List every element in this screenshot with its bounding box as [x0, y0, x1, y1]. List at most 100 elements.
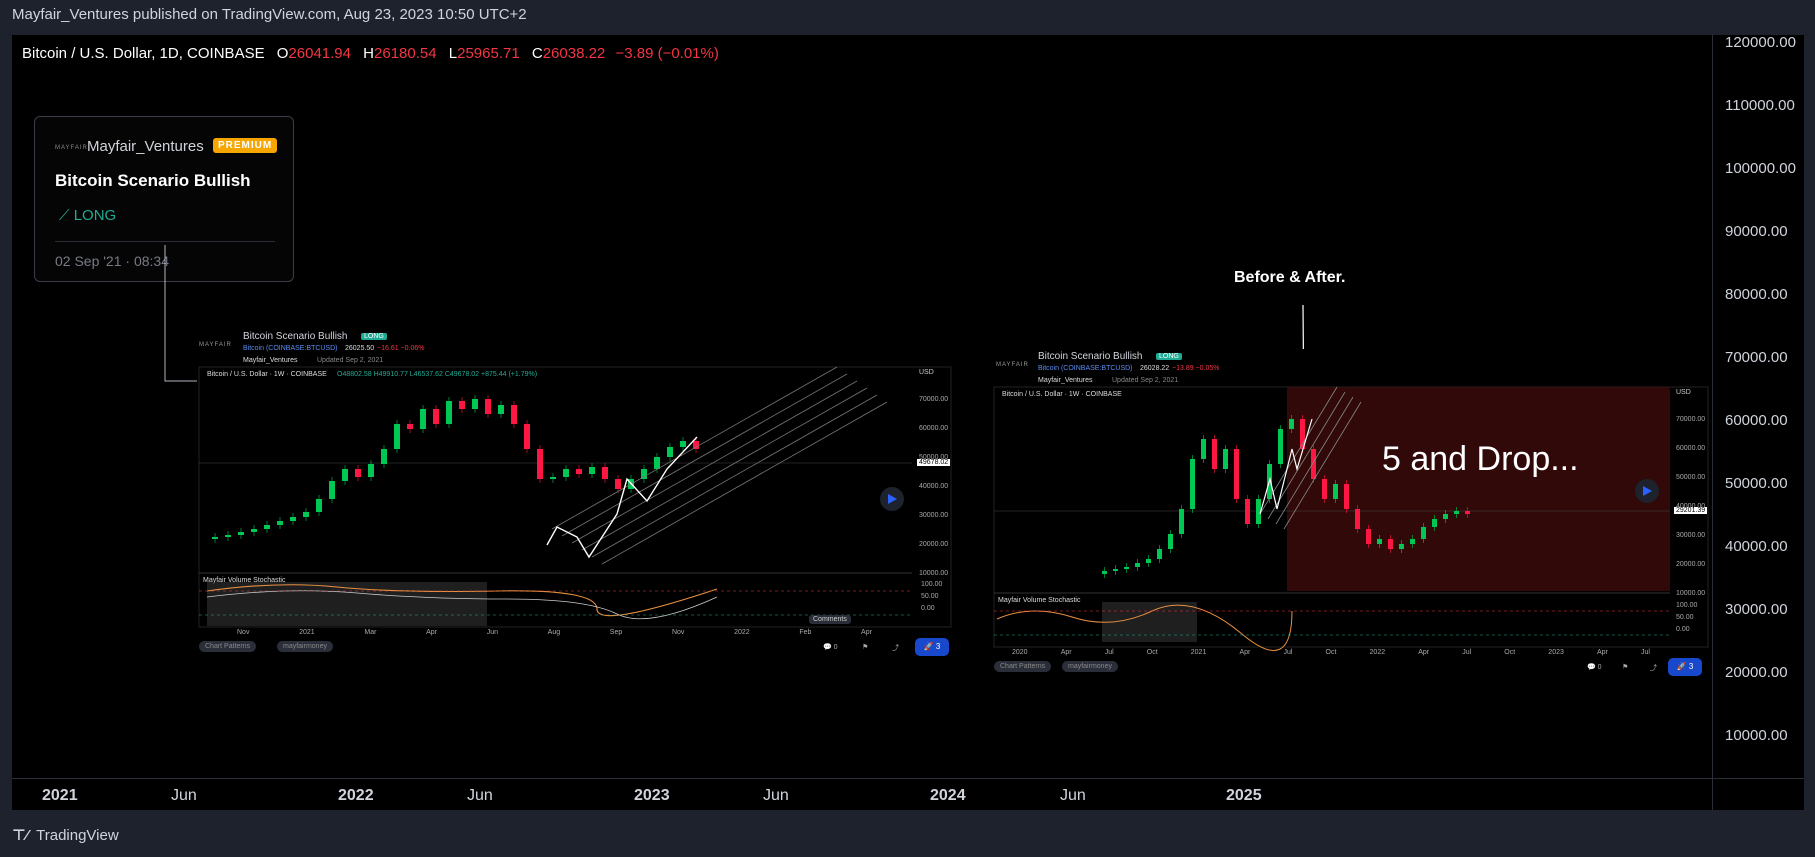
mini-comments: 💬 0	[823, 644, 838, 651]
candle	[238, 532, 244, 535]
mini-tag-mayfairmoney: mayfairmoney	[1062, 661, 1118, 672]
mini-date-axis: 2020 Apr Jul Oct 2021 Apr Jul Oct 2022 Apr Jul Oct 2…	[992, 649, 1670, 656]
candle	[1355, 509, 1360, 529]
share-icon: ⤴	[1650, 665, 1657, 672]
mini-date-label: Apr	[426, 629, 438, 636]
snapshot-right[interactable]: MAYFAIR Bitcoin Scenario Bullish LONG Bi…	[992, 349, 1712, 679]
mini-right-svg	[993, 386, 1709, 651]
candle	[550, 477, 556, 479]
tradingview-logo-icon: ⊤⁄	[12, 827, 29, 844]
time-axis[interactable]: 2021 Jun 2022 Jun 2023 Jun 2024 Jun 2025	[12, 778, 1712, 811]
candle	[1465, 511, 1470, 514]
chart-pane[interactable]: Bitcoin / U.S. Dollar, 1D, COINBASE O260…	[12, 35, 1712, 778]
mini-date-label: 2021	[1190, 649, 1207, 656]
candle	[1245, 499, 1250, 524]
candle	[277, 521, 283, 525]
mini-date-label: Jul	[1104, 649, 1114, 656]
mini-date-label: Jul	[1283, 649, 1293, 656]
candle	[667, 447, 673, 457]
before-after-annotation[interactable]: Before & After.	[1234, 269, 1345, 287]
mini-date-label: Oct	[1504, 649, 1516, 656]
candle	[316, 499, 322, 512]
mini-date-label: Nov	[671, 629, 685, 636]
mini-date-axis: Nov 2021 Mar Apr Jun Aug Sep Nov 2022 Feb Apr	[197, 629, 912, 636]
candle	[1388, 539, 1393, 549]
candle	[394, 424, 400, 449]
mini-date-label: Jul	[1641, 649, 1650, 656]
candle	[1179, 509, 1184, 534]
y-tick-label: 90000.00	[1725, 223, 1788, 240]
mini-date-label: Apr	[1418, 649, 1430, 656]
candle	[1168, 534, 1173, 549]
x-tick-label: 2024	[930, 787, 966, 804]
candle	[212, 537, 218, 539]
candle	[615, 479, 621, 489]
candle	[368, 464, 374, 477]
mini-channel	[551, 366, 888, 565]
published-header: Mayfair_Ventures published on TradingVie…	[12, 6, 527, 23]
main-chart[interactable]: Bitcoin / U.S. Dollar, 1D, COINBASE O260…	[12, 35, 1712, 810]
candle	[420, 409, 426, 429]
x-tick-label: 2021	[42, 787, 78, 804]
candle	[1201, 439, 1206, 459]
mini-date-label: Nov	[237, 629, 250, 636]
candle	[1366, 529, 1371, 544]
candle	[251, 529, 257, 532]
x-tick-label: 2022	[338, 787, 374, 804]
mini-date-label: 2022	[1369, 649, 1386, 656]
mini-date-label: Apr	[861, 629, 872, 636]
candle	[563, 469, 569, 477]
mini-date-label: Oct	[1325, 649, 1337, 656]
footer-brand[interactable]: ⊤⁄ TradingView	[12, 826, 119, 844]
candle	[1212, 439, 1217, 469]
candle	[524, 424, 530, 449]
candle	[589, 467, 595, 474]
candle	[472, 399, 478, 409]
y-tick-label: 100000.00	[1725, 160, 1796, 177]
y-tick-label: 80000.00	[1725, 286, 1788, 303]
comments-tooltip: Comments	[809, 615, 851, 624]
candle	[342, 469, 348, 481]
candle	[329, 481, 335, 499]
x-tick-label: Jun	[763, 787, 789, 804]
candle	[1157, 549, 1162, 559]
x-tick-label: Jun	[467, 787, 493, 804]
candle	[433, 409, 439, 424]
candle	[485, 399, 491, 414]
y-tick-label: 20000.00	[1725, 664, 1788, 681]
price-axis[interactable]: 120000.00 110000.00 100000.00 90000.00 8…	[1712, 34, 1804, 810]
y-tick-label: 60000.00	[1725, 412, 1788, 429]
mini-tag-mayfairmoney: mayfairmoney	[277, 641, 333, 652]
candle	[1377, 539, 1382, 544]
y-tick-label: 110000.00	[1725, 97, 1795, 114]
boost-count: 3	[1688, 662, 1694, 671]
candle	[537, 449, 543, 479]
candle	[576, 469, 582, 474]
mini-date-label: 2023	[1548, 649, 1564, 656]
brand-name: TradingView	[36, 827, 119, 844]
mini-candles	[212, 395, 699, 543]
candle	[498, 405, 504, 414]
mini-boost-button: 🚀 3	[915, 638, 949, 656]
candle	[1311, 449, 1316, 479]
mini-osc-shade	[207, 582, 487, 626]
x-tick-label: Jun	[171, 787, 197, 804]
five-and-drop-text[interactable]: 5 and Drop...	[1382, 440, 1579, 479]
snapshot-left[interactable]: MAYFAIR Bitcoin Scenario Bullish LONG Bi…	[197, 329, 957, 669]
candle	[511, 405, 517, 424]
y-tick-label: 120000.00	[1725, 34, 1796, 51]
mini-boost-button: 🚀 3	[1668, 658, 1702, 676]
candle	[1124, 567, 1129, 569]
mini-date-label: Jul	[1462, 649, 1472, 656]
candle	[1421, 527, 1426, 539]
candle	[1432, 519, 1437, 527]
comments-count: 0	[1597, 664, 1602, 671]
candle	[1234, 449, 1239, 499]
candle	[1322, 479, 1327, 499]
candle	[407, 424, 413, 429]
candle	[1102, 571, 1107, 574]
candle	[1289, 419, 1294, 429]
candle	[654, 457, 660, 469]
candle	[446, 401, 452, 424]
mini-date-label: 2021	[299, 629, 315, 636]
